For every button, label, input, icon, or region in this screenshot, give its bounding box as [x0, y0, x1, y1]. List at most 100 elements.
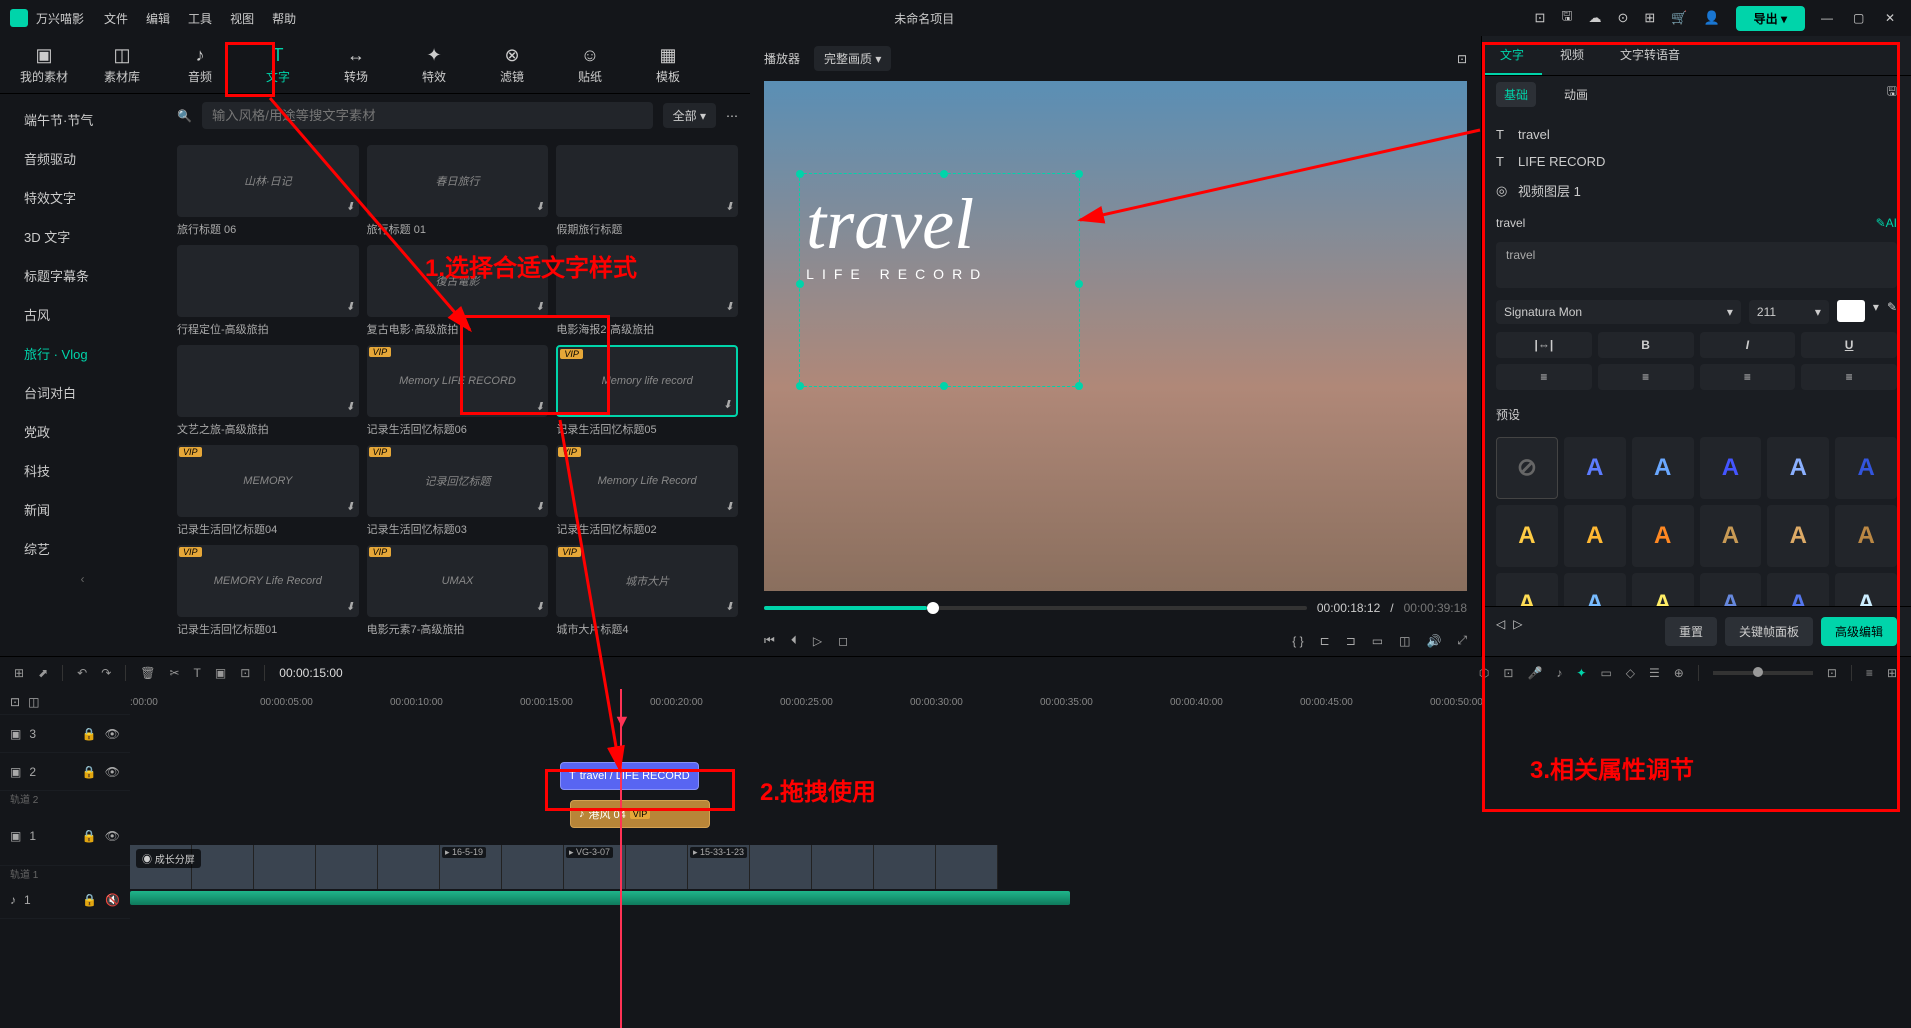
category-item[interactable]: 特效文字	[0, 178, 165, 217]
category-item[interactable]: 台词对白	[0, 373, 165, 412]
timeline-canvas[interactable]: :00:0000:00:05:0000:00:10:0000:00:15:000…	[130, 689, 1911, 1028]
text-preset[interactable]: A	[1767, 437, 1829, 499]
top-tab-转场[interactable]: ↔转场	[332, 42, 380, 87]
headset-icon[interactable]: ⊙	[1617, 10, 1628, 26]
delete-icon[interactable]: 🗑	[140, 666, 155, 680]
timeline-audio-clip[interactable]: ♪ 港风 04 VIP	[570, 800, 710, 828]
next-icon[interactable]: ▷	[1513, 617, 1522, 646]
timeline-text-clip[interactable]: T travel / LIFE RECORD	[560, 762, 699, 790]
lock-icon[interactable]: 🔒	[82, 829, 97, 843]
reset-button[interactable]: 重置	[1665, 617, 1717, 646]
tl-header-icon[interactable]: ⊡	[10, 695, 20, 709]
asset-item[interactable]: VIPMemory Life Record⬇记录生活回忆标题02	[556, 445, 738, 537]
maximize-button[interactable]: ▢	[1853, 11, 1869, 25]
download-icon[interactable]: ⬇	[535, 500, 544, 513]
download-icon[interactable]: ⬇	[723, 398, 732, 411]
asset-item[interactable]: VIPMEMORY Life Record⬇记录生活回忆标题01	[177, 545, 359, 637]
audio-waveform[interactable]	[130, 891, 1070, 905]
player-scrubber[interactable]	[764, 606, 1307, 610]
asset-item[interactable]: VIPMemory life record⬇记录生活回忆标题05	[556, 345, 738, 437]
top-tab-素材库[interactable]: ◫素材库	[98, 42, 146, 87]
tl-header-icon[interactable]: ◫	[28, 695, 39, 709]
lock-icon[interactable]: 🔒	[82, 765, 97, 779]
cart-icon[interactable]: 🛒	[1671, 10, 1687, 26]
category-item[interactable]: 党政	[0, 412, 165, 451]
eye-icon[interactable]: 👁	[105, 727, 120, 741]
minimize-button[interactable]: —	[1821, 11, 1837, 25]
zoom-fit-icon[interactable]: ⊡	[1827, 666, 1837, 680]
eye-icon[interactable]: 👁	[105, 829, 120, 843]
asset-item[interactable]: VIP记录回忆标题⬇记录生活回忆标题03	[367, 445, 549, 537]
download-icon[interactable]: ⬇	[725, 600, 734, 613]
top-tab-模板[interactable]: ▦模板	[644, 42, 692, 87]
undo-icon[interactable]: ↶	[77, 666, 87, 680]
cut-icon[interactable]: ✂	[169, 666, 179, 680]
asset-item[interactable]: 山林·日记⬇旅行标题 06	[177, 145, 359, 237]
asset-item[interactable]: VIPMEMORY⬇记录生活回忆标题04	[177, 445, 359, 537]
track-header[interactable]: ▣3 🔒👁	[0, 715, 130, 753]
brace-icon[interactable]: { }	[1292, 634, 1303, 648]
download-icon[interactable]: ⬇	[345, 600, 354, 613]
user-icon[interactable]: 👤	[1703, 10, 1719, 26]
align-center-button[interactable]: ≡	[1598, 364, 1694, 390]
text-preset[interactable]: A	[1496, 505, 1558, 567]
text-preset[interactable]: A	[1632, 573, 1694, 606]
quality-select[interactable]: 完整画质 ▾	[814, 46, 891, 71]
text-preset[interactable]: A	[1700, 573, 1762, 606]
timeline-thumbnail[interactable]	[502, 845, 564, 889]
category-item[interactable]: 综艺	[0, 529, 165, 568]
tl-cursor-icon[interactable]: ⬈	[38, 666, 48, 680]
close-button[interactable]: ✕	[1885, 11, 1901, 25]
resize-icon[interactable]: ⊡	[240, 666, 250, 680]
timeline-thumbnail[interactable]	[812, 845, 874, 889]
top-tab-贴纸[interactable]: ☺贴纸	[566, 42, 614, 87]
mic-icon[interactable]: 🎤	[1527, 666, 1542, 680]
download-icon[interactable]: ⬇	[345, 200, 354, 213]
text-preset[interactable]: A	[1564, 437, 1626, 499]
save-icon[interactable]: 🖫	[1561, 7, 1572, 29]
tl-media-icon[interactable]: ⊞	[14, 666, 24, 680]
asset-item[interactable]: ⬇电影海报2-高级旅拍	[556, 245, 738, 337]
download-icon[interactable]: ⬇	[535, 600, 544, 613]
category-item[interactable]: 新闻	[0, 490, 165, 529]
text-preset[interactable]: ⊘	[1496, 437, 1558, 499]
layer-item[interactable]: Ttravel	[1496, 121, 1897, 148]
prev-frame-icon[interactable]: ⏮	[764, 633, 775, 648]
top-tab-我的素材[interactable]: ▣我的素材	[20, 42, 68, 87]
menu-help[interactable]: 帮助	[272, 10, 296, 27]
download-icon[interactable]: ⬇	[345, 500, 354, 513]
color-dropdown-icon[interactable]: ▾	[1873, 300, 1879, 324]
underline-button[interactable]: U	[1801, 332, 1897, 358]
asset-item[interactable]: ⬇假期旅行标题	[556, 145, 738, 237]
track-header[interactable]: ▣2 🔒👁	[0, 753, 130, 791]
tl-settings-icon[interactable]: ⊞	[1887, 666, 1897, 680]
text-icon[interactable]: T	[194, 666, 201, 680]
properties-tab[interactable]: 文字	[1482, 36, 1542, 75]
timeline-thumbnail[interactable]	[874, 845, 936, 889]
align-right-button[interactable]: ≡	[1700, 364, 1796, 390]
overlay-main-text[interactable]: travel	[806, 183, 988, 266]
category-item[interactable]: 3D 文字	[0, 217, 165, 256]
properties-tab[interactable]: 视频	[1542, 36, 1602, 75]
snapshot-icon[interactable]: ⊡	[1457, 52, 1467, 66]
stop-icon[interactable]: ◻	[838, 634, 848, 648]
timeline-thumbnail[interactable]: ▸ VG-3-07	[564, 845, 626, 889]
display-icon[interactable]: ▭	[1372, 634, 1383, 648]
tl-tool-icon[interactable]: ⊡	[1503, 666, 1513, 680]
menu-file[interactable]: 文件	[104, 10, 128, 27]
track-header[interactable]: ▣1 🔒👁	[0, 806, 130, 866]
eyedropper-icon[interactable]: ✎	[1887, 300, 1897, 324]
text-preset[interactable]: A	[1700, 437, 1762, 499]
export-button[interactable]: 导出 ▾	[1736, 6, 1805, 31]
timeline-thumbnail[interactable]	[378, 845, 440, 889]
timeline-thumbnail[interactable]	[316, 845, 378, 889]
tl-tool-icon[interactable]: ◇	[1626, 666, 1635, 680]
tl-tool-icon[interactable]: ⬡	[1479, 666, 1489, 680]
eye-icon[interactable]: 👁	[105, 765, 120, 779]
download-icon[interactable]: ⬇	[345, 400, 354, 413]
top-tab-文字[interactable]: T文字	[254, 42, 302, 87]
top-tab-音频[interactable]: ♪音频	[176, 42, 224, 87]
download-icon[interactable]: ⬇	[725, 200, 734, 213]
text-preset[interactable]: A	[1700, 505, 1762, 567]
text-preset[interactable]: A	[1835, 437, 1897, 499]
